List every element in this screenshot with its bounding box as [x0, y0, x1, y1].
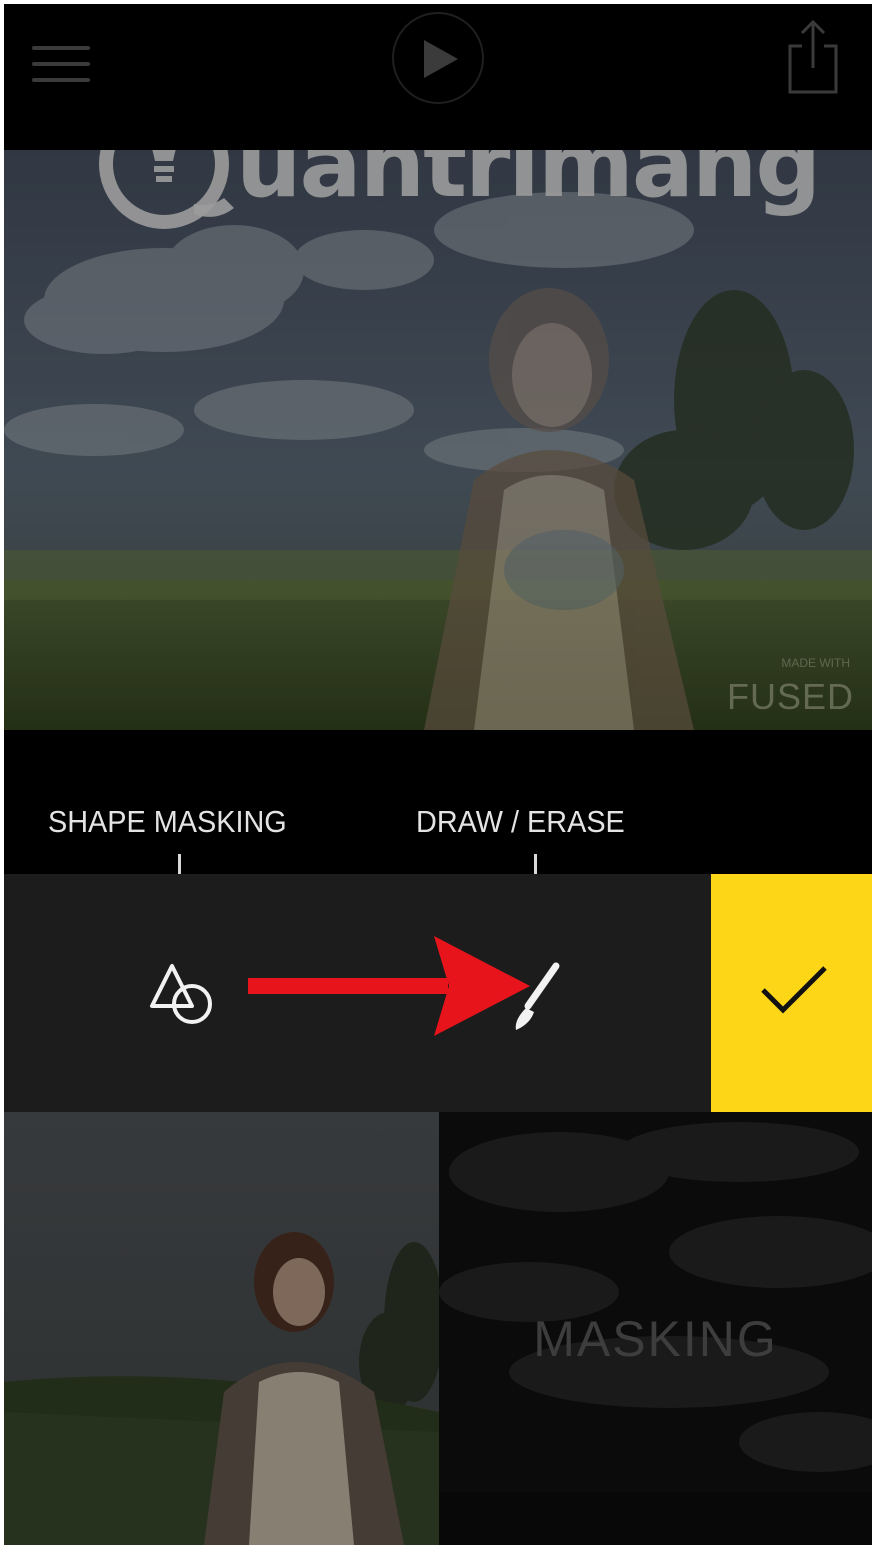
- app-screen: uantrimang MADE WITH FUSED SHAPE MASKING…: [4, 4, 872, 1545]
- shape-masking-label: SHAPE MASKING: [48, 804, 287, 839]
- screenshot-frame: uantrimang MADE WITH FUSED SHAPE MASKING…: [0, 0, 876, 1549]
- fused-preview-image[interactable]: uantrimang MADE WITH FUSED: [4, 150, 872, 730]
- hamburger-icon: [32, 46, 90, 50]
- watermark-logo: uantrimang: [99, 150, 814, 229]
- layer-thumbnails: MASKING: [4, 1112, 872, 1545]
- shape-masking-button[interactable]: [146, 960, 218, 1028]
- masking-label: MASKING: [533, 1311, 778, 1367]
- made-with-label: MADE WITH: [781, 656, 850, 670]
- share-icon: [788, 19, 838, 94]
- hamburger-icon-line: [32, 78, 90, 82]
- red-arrow: [248, 936, 530, 1036]
- top-bar: [4, 4, 872, 150]
- masking-toolbar: [4, 874, 872, 1112]
- play-icon: [424, 40, 458, 78]
- portrait-photo: [4, 1112, 439, 1545]
- draw-erase-button[interactable]: [504, 960, 564, 1032]
- draw-erase-label: DRAW / ERASE: [416, 804, 625, 839]
- shapes-icon: [150, 964, 212, 1024]
- tool-labels: SHAPE MASKING DRAW / ERASE: [4, 730, 872, 874]
- masking-layer-thumbnail[interactable]: MASKING: [439, 1112, 872, 1545]
- brush-icon: [515, 962, 560, 1030]
- hamburger-icon-line: [32, 62, 90, 66]
- svg-text:uantrimang: uantrimang: [236, 150, 814, 218]
- menu-button[interactable]: [32, 40, 90, 88]
- photo-layer-thumbnail[interactable]: [4, 1112, 439, 1545]
- play-button[interactable]: [392, 12, 484, 104]
- checkmark-icon: [761, 966, 827, 1014]
- share-button[interactable]: [784, 18, 842, 94]
- fused-watermark: FUSED: [726, 676, 854, 717]
- confirm-button[interactable]: [711, 874, 872, 1112]
